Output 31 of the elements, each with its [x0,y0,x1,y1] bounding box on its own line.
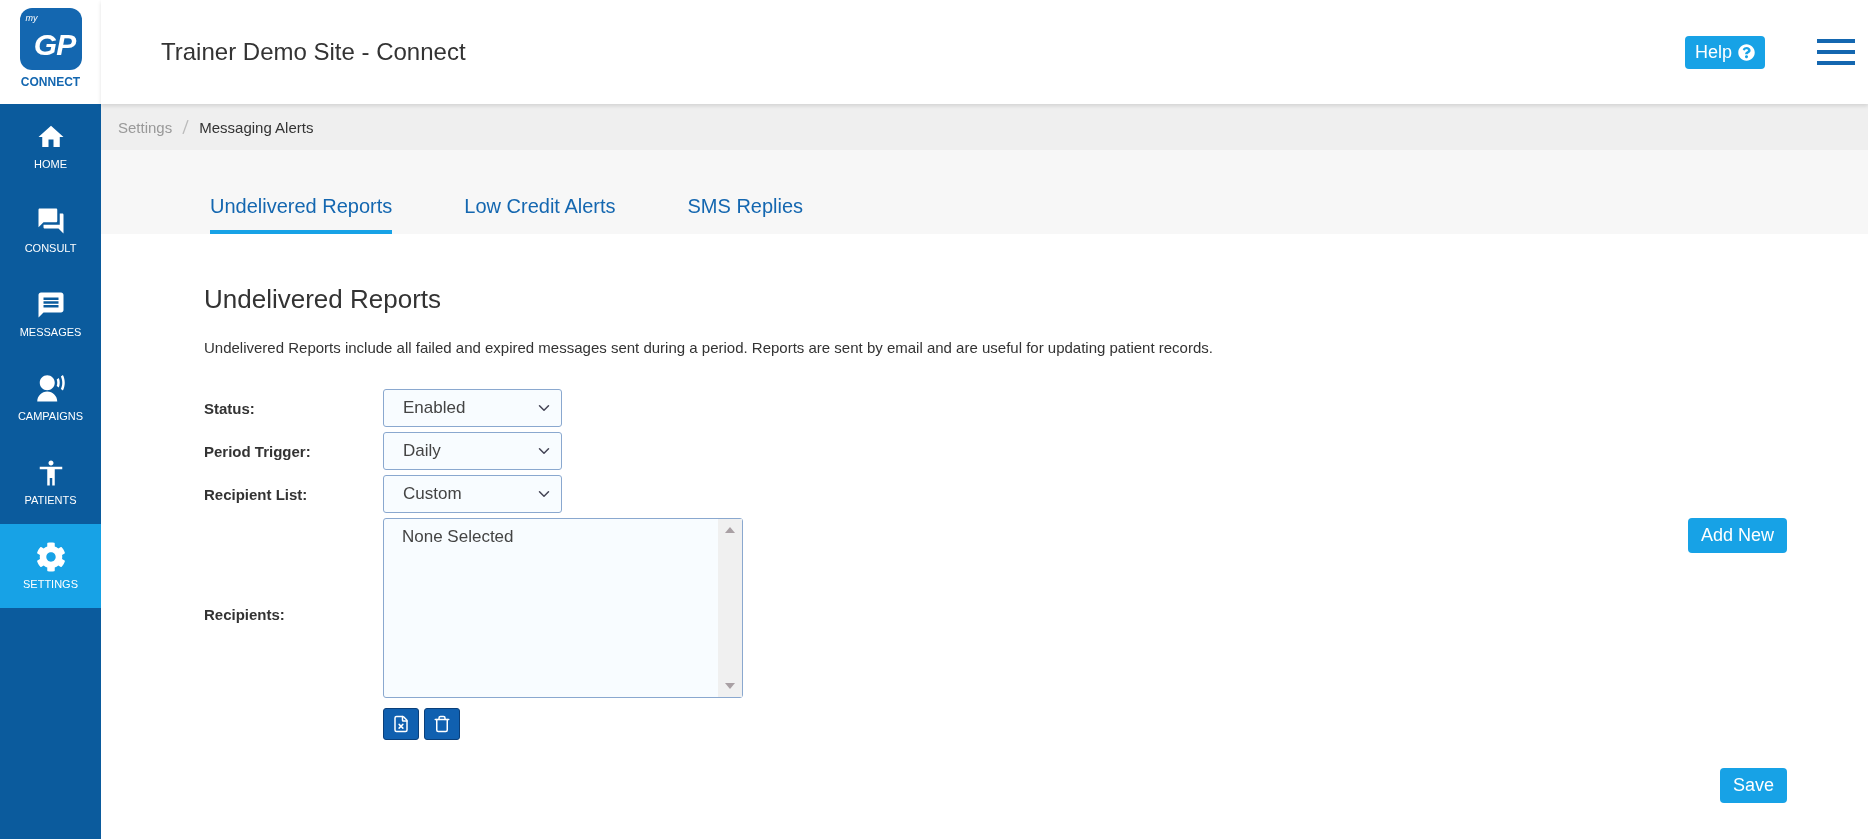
breadcrumb-separator-icon [182,120,190,134]
logo-superscript: my [25,13,38,23]
sidebar-item[interactable]: CAMPAIGNS [0,356,101,440]
settings-icon [35,542,66,572]
breadcrumb-item: Messaging Alerts [199,118,314,136]
site-title: Trainer Demo Site - Connect [161,38,467,66]
speaking-person-icon [35,374,66,404]
delete-button[interactable] [424,708,460,740]
dropdown[interactable]: Enabled [383,389,562,427]
dropdown[interactable]: Daily [383,432,562,470]
dropdown[interactable]: Custom [383,475,562,513]
field-label: Period Trigger: [204,442,312,460]
sidebar-item[interactable]: MESSAGES [0,272,101,356]
section-description: Undelivered Reports include all failed and expired messages sent during a period. Reports are sent by email and are useful for updating patient records. [204,339,1214,356]
trash-icon [433,715,451,733]
section-title: Undelivered Reports [204,284,442,315]
sidebar-item[interactable]: PATIENTS [0,440,101,524]
file-x-icon [392,715,410,733]
tab[interactable]: Low Credit Alerts [464,195,616,234]
field-label: Recipients: [204,605,286,623]
field-label: Recipient List: [204,485,309,503]
sidebar-item[interactable]: HOME [0,104,101,188]
field-label: Status: [204,399,256,417]
logo-caption: CONNECT [20,75,81,89]
logo-mark: GP [33,30,76,60]
menu-icon[interactable] [1817,39,1855,65]
tab[interactable]: Undelivered Reports [210,195,393,234]
sidebar-item[interactable]: CONSULT [0,188,101,272]
clear-button[interactable] [383,708,419,740]
tab[interactable]: SMS Replies [687,195,804,234]
question-icon [1738,43,1755,61]
